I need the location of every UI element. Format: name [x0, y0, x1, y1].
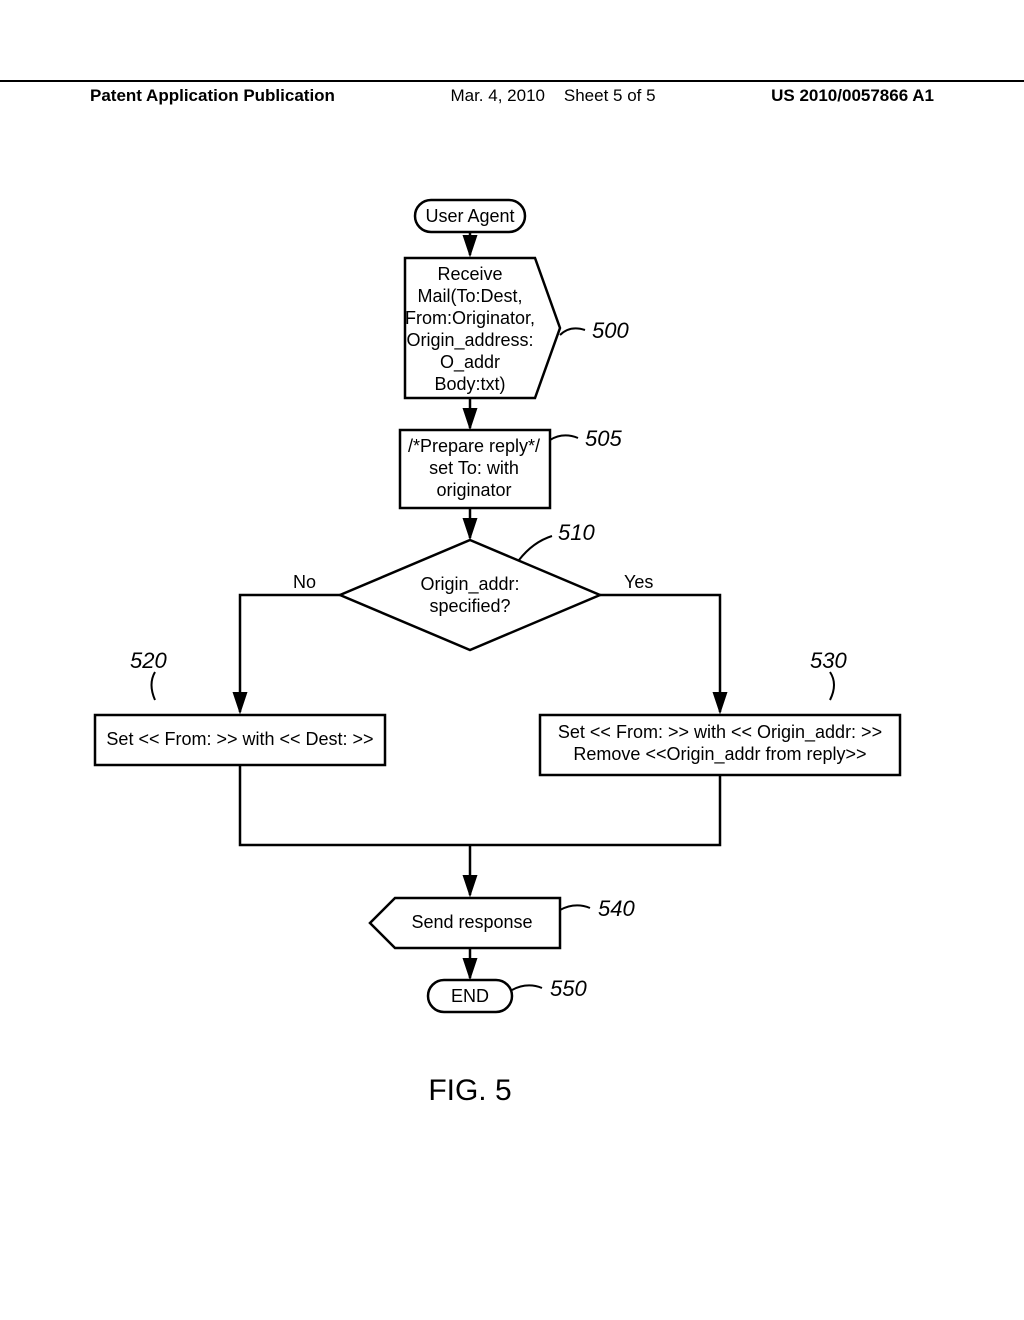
header-right: US 2010/0057866 A1 — [771, 86, 1024, 106]
ref-530: 530 — [810, 648, 847, 673]
ref-leader — [152, 672, 156, 700]
merge-left — [240, 765, 470, 845]
set-from-origin-box: Set << From: >> with << Origin_addr: >> … — [540, 715, 900, 775]
figure-label: FIG. 5 — [428, 1074, 511, 1107]
prepare-l3: originator — [436, 480, 511, 500]
prepare-reply-box: /*Prepare reply*/ set To: with originato… — [400, 430, 550, 508]
ref-leader — [560, 328, 585, 335]
receive-l2: Mail(To:Dest, — [417, 286, 522, 306]
ref-520: 520 — [130, 648, 167, 673]
prepare-l1: /*Prepare reply*/ — [408, 436, 540, 456]
flowchart-diagram: User Agent Receive Mail(To:Dest, From:Or… — [0, 180, 1024, 1280]
ref-540: 540 — [598, 896, 635, 921]
right-box-l1: Set << From: >> with << Origin_addr: >> — [558, 722, 882, 743]
arrow-no — [240, 595, 340, 712]
decision-yes-label: Yes — [624, 572, 653, 592]
left-box-text: Set << From: >> with << Dest: >> — [106, 729, 373, 749]
start-terminator: User Agent — [415, 200, 525, 232]
prepare-l2: set To: with — [429, 458, 519, 478]
receive-l4: Origin_address: — [406, 330, 533, 351]
ref-leader — [512, 985, 542, 990]
receive-l3: From:Originator, — [405, 308, 535, 328]
decision-l1: Origin_addr: — [420, 574, 519, 595]
receive-l5: O_addr — [440, 352, 500, 373]
ref-leader — [560, 905, 590, 910]
start-label: User Agent — [425, 206, 514, 226]
ref-leader — [830, 672, 834, 700]
arrow-yes — [600, 595, 720, 712]
merge-right — [470, 775, 720, 845]
set-from-dest-box: Set << From: >> with << Dest: >> — [95, 715, 385, 765]
ref-500: 500 — [592, 318, 629, 343]
header-date: Mar. 4, 2010 — [450, 86, 545, 105]
end-label: END — [451, 986, 489, 1006]
header-mid: Mar. 4, 2010 Sheet 5 of 5 — [335, 86, 771, 106]
receive-l1: Receive — [437, 264, 502, 284]
page-header: Patent Application Publication Mar. 4, 2… — [0, 80, 1024, 106]
send-response-box: Send response — [370, 898, 560, 948]
header-sheet: Sheet 5 of 5 — [564, 86, 656, 105]
decision-no-label: No — [293, 572, 316, 592]
ref-510: 510 — [558, 520, 595, 545]
header-left: Patent Application Publication — [0, 86, 335, 106]
ref-505: 505 — [585, 426, 622, 451]
ref-leader — [519, 536, 552, 560]
receive-mail-box: Receive Mail(To:Dest, From:Originator, O… — [405, 258, 560, 398]
send-label: Send response — [411, 912, 532, 932]
receive-l6: Body:txt) — [434, 374, 505, 394]
ref-550: 550 — [550, 976, 587, 1001]
right-box-l2: Remove <<Origin_addr from reply>> — [573, 744, 866, 765]
decision-l2: specified? — [429, 596, 510, 616]
ref-leader — [550, 435, 578, 440]
decision-diamond: Origin_addr: specified? — [340, 540, 600, 650]
end-terminator: END — [428, 980, 512, 1012]
